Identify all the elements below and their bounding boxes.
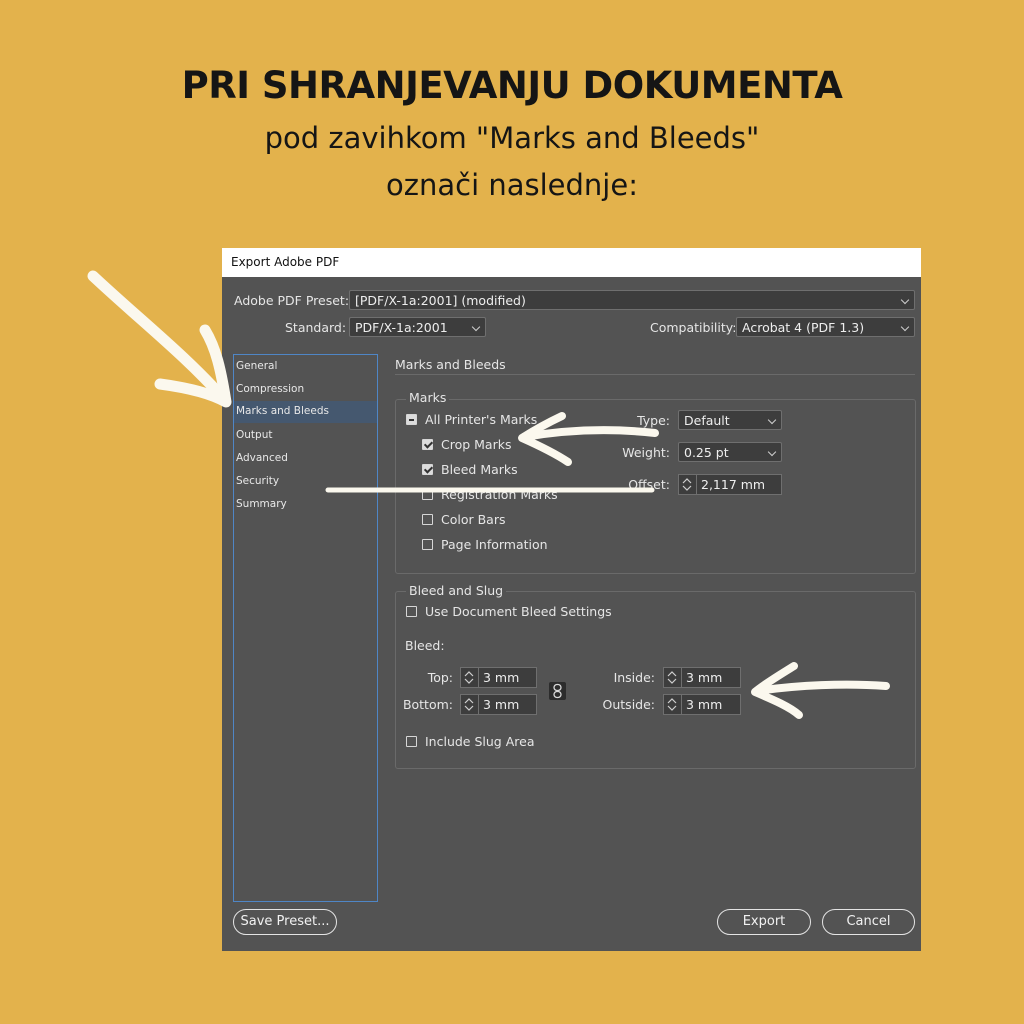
marks-group-title: Marks (406, 390, 450, 405)
compatibility-value: Acrobat 4 (PDF 1.3) (742, 320, 865, 335)
offset-stepper[interactable]: 2,117 mm (678, 474, 782, 495)
stepper-arrows-icon[interactable] (461, 668, 479, 687)
chevron-down-icon (471, 322, 481, 332)
bleed-inside-stepper[interactable]: 3 mm (663, 667, 741, 688)
bleed-bottom-stepper[interactable]: 3 mm (460, 694, 537, 715)
save-preset-button[interactable]: Save Preset... (233, 909, 337, 935)
registration-marks-checkbox[interactable] (422, 489, 433, 500)
export-pdf-dialog: Export Adobe PDF Adobe PDF Preset: [PDF/… (222, 248, 921, 951)
bleed-top-value: 3 mm (483, 670, 520, 685)
use-document-bleed-label: Use Document Bleed Settings (425, 604, 612, 619)
type-value: Default (684, 413, 730, 428)
outside-label: Outside: (602, 697, 655, 712)
bleed-label: Bleed: (405, 638, 445, 653)
chevron-down-icon (767, 447, 777, 457)
headline-subtitle: pod zavihkom "Marks and Bleeds" (264, 121, 760, 155)
chevron-down-icon (767, 415, 777, 425)
page-information-checkbox[interactable] (422, 539, 433, 550)
registration-marks-label: Registration Marks (441, 487, 558, 502)
color-bars-label: Color Bars (441, 512, 506, 527)
bleed-marks-checkbox[interactable] (422, 464, 433, 475)
inside-label: Inside: (613, 670, 655, 685)
bottom-label: Bottom: (402, 697, 453, 712)
sidebar-item-marks-and-bleeds[interactable]: Marks and Bleeds (234, 401, 377, 423)
bleed-bottom-value: 3 mm (483, 697, 520, 712)
page-information-label: Page Information (441, 537, 548, 552)
bleed-outside-value: 3 mm (686, 697, 723, 712)
dialog-titlebar: Export Adobe PDF (222, 248, 921, 277)
arrow-to-marks-and-bleeds (87, 270, 231, 406)
headline-instruction: označi naslednje: (386, 168, 638, 202)
section-title: Marks and Bleeds (395, 357, 506, 372)
headline-title: PRI SHRANJEVANJU DOKUMENTA (181, 64, 843, 107)
bleed-outside-stepper[interactable]: 3 mm (663, 694, 741, 715)
offset-label: Offset: (628, 477, 670, 492)
weight-dropdown[interactable]: 0.25 pt (678, 442, 782, 462)
include-slug-checkbox[interactable] (406, 736, 417, 747)
chain-link-icon[interactable] (549, 682, 566, 700)
preset-label: Adobe PDF Preset: (234, 293, 350, 308)
standard-label: Standard: (285, 320, 347, 335)
arrow-to-marks-and-bleeds-head (154, 324, 232, 408)
sidebar-item-summary[interactable]: Summary (234, 494, 377, 516)
top-label: Top: (427, 670, 453, 685)
standard-value: PDF/X-1a:2001 (355, 320, 448, 335)
preset-value: [PDF/X-1a:2001] (modified) (355, 293, 526, 308)
crop-marks-label: Crop Marks (441, 437, 512, 452)
sidebar-item-compression[interactable]: Compression (234, 379, 377, 401)
sidebar-item-output[interactable]: Output (234, 425, 377, 447)
type-dropdown[interactable]: Default (678, 410, 782, 430)
compatibility-dropdown[interactable]: Acrobat 4 (PDF 1.3) (736, 317, 915, 337)
weight-label: Weight: (622, 445, 670, 460)
compatibility-label: Compatibility: (650, 320, 737, 335)
use-document-bleed-checkbox[interactable] (406, 606, 417, 617)
export-button[interactable]: Export (717, 909, 811, 935)
crop-marks-checkbox[interactable] (422, 439, 433, 450)
stepper-arrows-icon[interactable] (664, 695, 682, 714)
weight-value: 0.25 pt (684, 445, 729, 460)
bleed-top-stepper[interactable]: 3 mm (460, 667, 537, 688)
stepper-arrows-icon[interactable] (461, 695, 479, 714)
all-printers-marks-label: All Printer's Marks (425, 412, 538, 427)
all-printers-marks-checkbox[interactable] (406, 414, 417, 425)
bleed-inside-value: 3 mm (686, 670, 723, 685)
standard-dropdown[interactable]: PDF/X-1a:2001 (349, 317, 486, 337)
category-sidebar: General Compression Marks and Bleeds Out… (233, 354, 378, 902)
dialog-title: Export Adobe PDF (231, 255, 340, 269)
offset-value: 2,117 mm (701, 477, 766, 492)
stepper-arrows-icon[interactable] (664, 668, 682, 687)
include-slug-label: Include Slug Area (425, 734, 535, 749)
sidebar-item-security[interactable]: Security (234, 471, 377, 493)
bleed-slug-group-title: Bleed and Slug (406, 583, 507, 598)
cancel-button[interactable]: Cancel (822, 909, 915, 935)
color-bars-checkbox[interactable] (422, 514, 433, 525)
chevron-down-icon (900, 295, 910, 305)
bleed-marks-label: Bleed Marks (441, 462, 518, 477)
stepper-arrows-icon[interactable] (679, 475, 697, 494)
sidebar-item-general[interactable]: General (234, 356, 377, 378)
type-label: Type: (637, 413, 670, 428)
chevron-down-icon (900, 322, 910, 332)
section-divider (395, 374, 915, 375)
sidebar-item-advanced[interactable]: Advanced (234, 448, 377, 470)
preset-dropdown[interactable]: [PDF/X-1a:2001] (modified) (349, 290, 915, 310)
